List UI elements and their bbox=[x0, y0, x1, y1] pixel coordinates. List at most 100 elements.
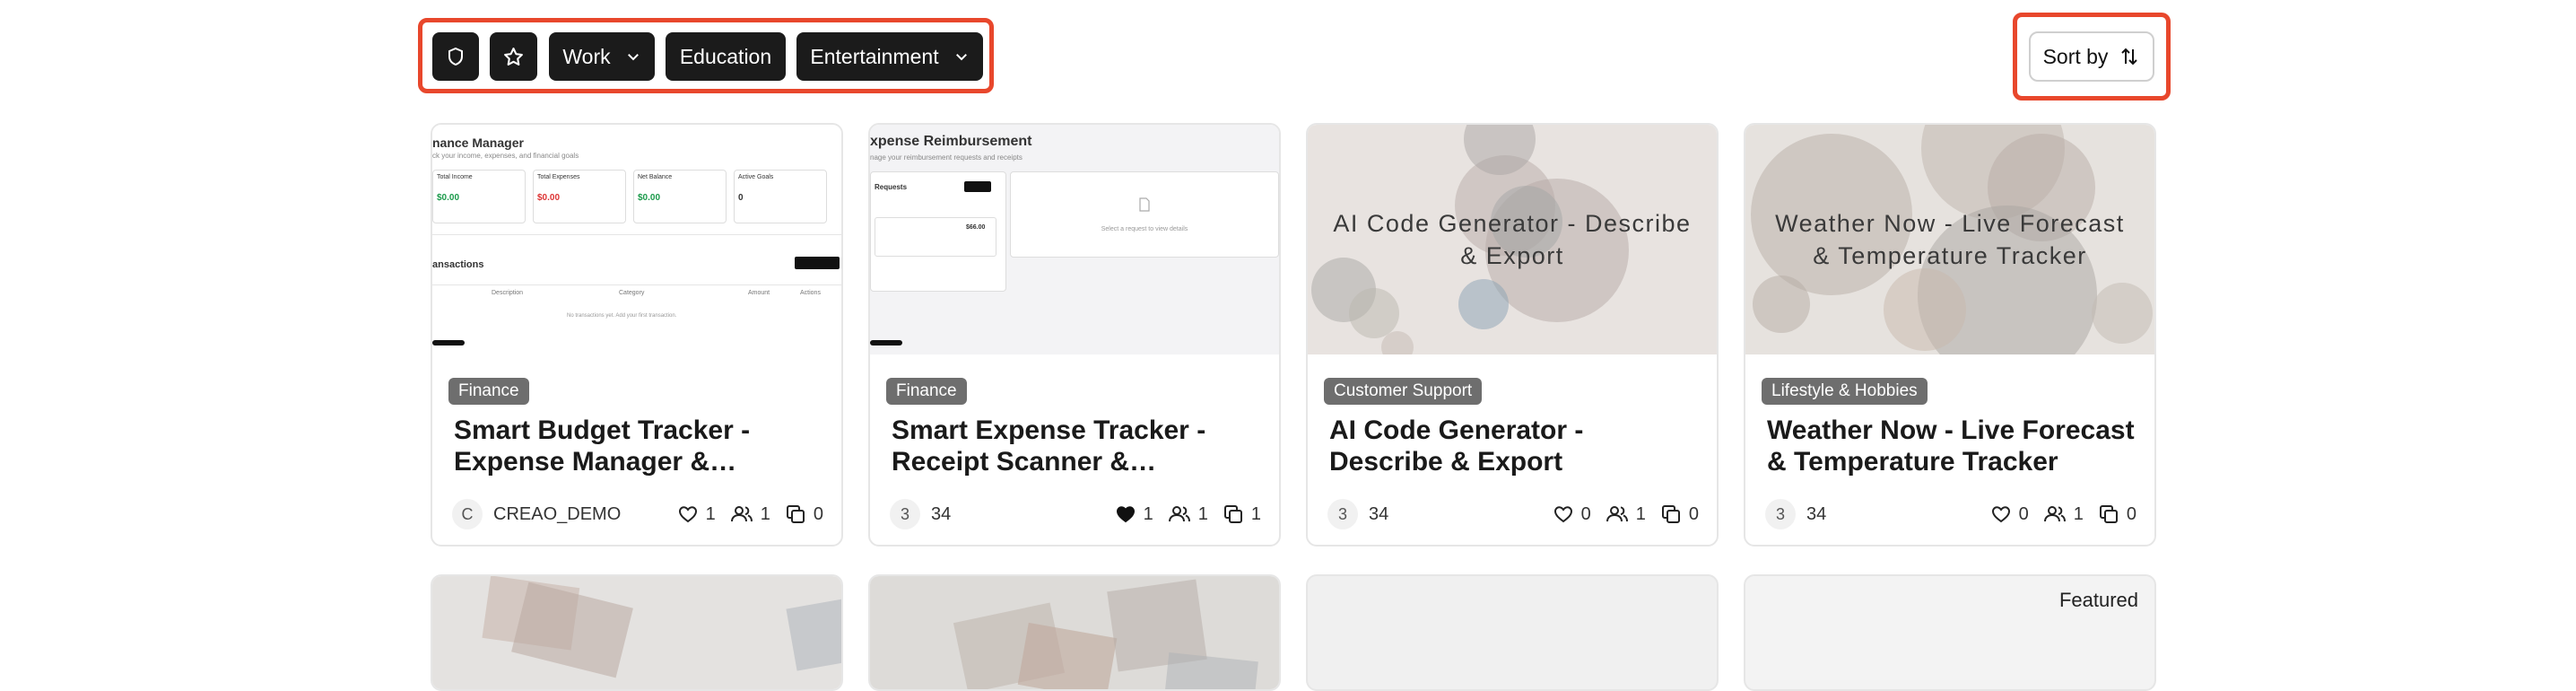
category-badge: Customer Support bbox=[1324, 378, 1483, 405]
copy-stat: 1 bbox=[1223, 503, 1261, 525]
app-card[interactable] bbox=[1306, 574, 1719, 691]
preview-card-value: $0.00 bbox=[537, 193, 561, 203]
preview-card-value: 0 bbox=[738, 193, 744, 203]
preview-empty: No transactions yet. Add your first tran… bbox=[567, 313, 677, 319]
app-card[interactable]: xpense Reimbursement nage your reimburse… bbox=[868, 123, 1281, 547]
app-thumbnail: Weather Now - Live Forecast & Temperatur… bbox=[1745, 125, 2154, 354]
app-thumbnail: xpense Reimbursement nage your reimburse… bbox=[870, 125, 1279, 354]
card-footer: C CREAO_DEMO 1 1 0 bbox=[452, 496, 823, 532]
app-card[interactable] bbox=[868, 574, 1281, 691]
app-card[interactable]: Featured bbox=[1744, 574, 2156, 691]
copy-count: 0 bbox=[813, 503, 823, 524]
preview-empty: Select a request to view details bbox=[1101, 226, 1188, 232]
shield-filter-button[interactable] bbox=[432, 32, 479, 81]
users-stat: 1 bbox=[1606, 503, 1646, 525]
preview-section: ansactions bbox=[432, 259, 484, 270]
copy-icon bbox=[786, 505, 805, 523]
like-button[interactable]: 0 bbox=[1990, 503, 2029, 525]
copy-count: 0 bbox=[1688, 503, 1699, 524]
sort-by-label: Sort by bbox=[2042, 44, 2109, 68]
entertainment-filter-label: Entertainment bbox=[810, 44, 939, 68]
preview-card-label: Net Balance bbox=[638, 174, 673, 180]
thumbnail-title: Weather Now - Live Forecast & Temperatur… bbox=[1775, 210, 2125, 269]
card-title: AI Code Generator - Describe & Export bbox=[1329, 415, 1584, 477]
star-icon bbox=[504, 47, 523, 66]
heart-icon bbox=[1991, 506, 2010, 523]
avatar: C bbox=[452, 499, 483, 529]
author-name: CREAO_DEMO bbox=[493, 503, 622, 524]
chevron-down-icon bbox=[627, 54, 639, 61]
preview-card-label: Total Expenses bbox=[537, 174, 580, 180]
favorites-filter-button[interactable] bbox=[490, 32, 537, 81]
like-button[interactable]: 1 bbox=[1115, 503, 1153, 525]
preview-card-value: $0.00 bbox=[638, 193, 661, 203]
card-title: Smart Budget Tracker - Expense Manager &… bbox=[454, 415, 751, 477]
app-card[interactable]: AI Code Generator - Describe & Export Cu… bbox=[1306, 123, 1719, 547]
copy-count: 1 bbox=[1250, 503, 1261, 524]
users-icon bbox=[1606, 506, 1628, 522]
copy-icon bbox=[1661, 505, 1680, 523]
preview-col: Actions bbox=[800, 290, 821, 296]
heart-icon bbox=[1553, 506, 1572, 523]
preview-col: Description bbox=[492, 290, 524, 296]
featured-label: Featured bbox=[2058, 589, 2138, 611]
like-count: 1 bbox=[1143, 503, 1153, 524]
preview-card-label: Active Goals bbox=[738, 174, 774, 180]
like-button[interactable]: 0 bbox=[1553, 503, 1591, 525]
users-count: 1 bbox=[1635, 503, 1646, 524]
work-filter-label: Work bbox=[562, 44, 611, 68]
author-name: 34 bbox=[1806, 503, 1827, 524]
author-name: 34 bbox=[931, 503, 952, 524]
preview-title: xpense Reimbursement bbox=[870, 134, 1032, 149]
users-stat: 1 bbox=[1168, 503, 1208, 525]
card-title: Weather Now - Live Forecast & Temperatur… bbox=[1767, 415, 2135, 477]
like-count: 0 bbox=[1580, 503, 1591, 524]
app-thumbnail: nance Manager ck your income, expenses, … bbox=[432, 125, 841, 354]
like-count: 1 bbox=[705, 503, 716, 524]
copy-stat: 0 bbox=[1660, 503, 1699, 525]
card-footer: 3 34 0 1 0 bbox=[1327, 496, 1699, 532]
card-footer: 3 34 0 1 0 bbox=[1765, 496, 2137, 532]
preview-col: Category bbox=[619, 290, 645, 296]
work-filter-dropdown[interactable]: Work bbox=[549, 32, 655, 81]
preview-card-label: Total Income bbox=[437, 174, 473, 180]
thumbnail-pattern bbox=[432, 576, 841, 689]
education-filter-button[interactable]: Education bbox=[666, 32, 786, 81]
category-badge: Lifestyle & Hobbies bbox=[1762, 378, 1928, 405]
sort-by-button[interactable]: Sort by bbox=[2029, 31, 2154, 82]
category-badge: Finance bbox=[448, 378, 529, 405]
avatar: 3 bbox=[890, 499, 920, 529]
like-button[interactable]: 1 bbox=[677, 503, 716, 525]
users-count: 1 bbox=[760, 503, 770, 524]
finance-manager-preview: nance Manager ck your income, expenses, … bbox=[432, 125, 841, 354]
app-thumbnail: AI Code Generator - Describe & Export bbox=[1308, 125, 1717, 354]
preview-requests: Requests bbox=[875, 183, 908, 191]
expense-reimbursement-preview: xpense Reimbursement nage your reimburse… bbox=[870, 125, 1279, 354]
avatar: 3 bbox=[1765, 499, 1796, 529]
users-stat: 1 bbox=[730, 503, 770, 525]
users-count: 1 bbox=[2073, 503, 2084, 524]
heart-icon bbox=[678, 506, 697, 523]
copy-icon bbox=[2099, 505, 2118, 523]
entertainment-filter-dropdown[interactable]: Entertainment bbox=[796, 32, 983, 81]
users-count: 1 bbox=[1197, 503, 1208, 524]
users-icon bbox=[1168, 506, 1190, 522]
app-card[interactable] bbox=[431, 574, 843, 691]
copy-stat: 0 bbox=[2098, 503, 2137, 525]
users-icon bbox=[730, 506, 753, 522]
author-name: 34 bbox=[1369, 503, 1389, 524]
card-title: Smart Expense Tracker - Receipt Scanner … bbox=[892, 415, 1206, 477]
app-card[interactable]: Weather Now - Live Forecast & Temperatur… bbox=[1744, 123, 2156, 547]
thumbnail-title: AI Code Generator - Describe & Export bbox=[1333, 210, 1692, 269]
app-card[interactable]: nance Manager ck your income, expenses, … bbox=[431, 123, 843, 547]
sort-arrows-icon bbox=[2121, 48, 2138, 66]
preview-col: Amount bbox=[748, 290, 770, 296]
card-footer: 3 34 1 1 1 bbox=[890, 496, 1261, 532]
education-filter-label: Education bbox=[679, 44, 772, 68]
shield-icon bbox=[448, 47, 463, 66]
preview-subtitle: ck your income, expenses, and financial … bbox=[432, 152, 579, 160]
heart-filled-icon bbox=[1116, 506, 1135, 523]
like-count: 0 bbox=[2018, 503, 2029, 524]
copy-count: 0 bbox=[2126, 503, 2137, 524]
preview-amount: $66.00 bbox=[966, 224, 986, 231]
